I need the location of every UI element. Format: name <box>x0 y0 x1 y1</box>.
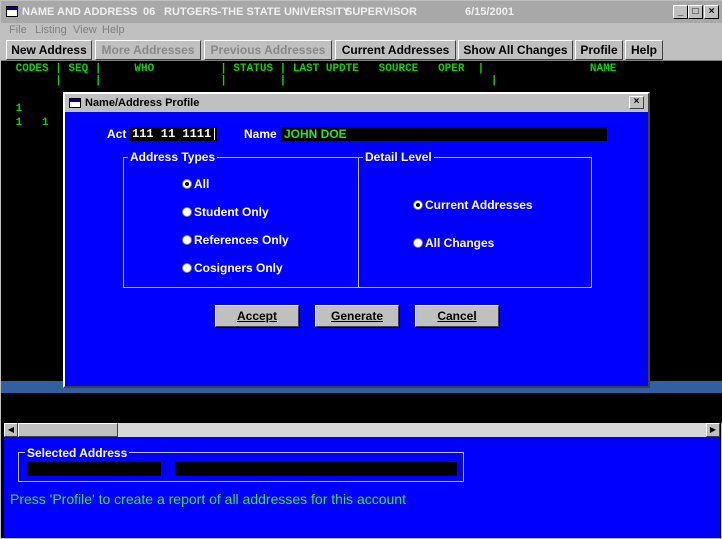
radio-student-only[interactable]: Student Only <box>182 205 269 219</box>
toolbar: New Address More Addresses Previous Addr… <box>1 39 722 61</box>
name-input[interactable]: JOHN DOE <box>281 127 607 141</box>
profile-button[interactable]: Profile <box>575 40 623 60</box>
menu-file[interactable]: File <box>9 24 27 36</box>
selected-address-field-1 <box>27 462 161 476</box>
selected-address-group: Selected Address <box>18 446 464 482</box>
terminal-row[interactable]: 1 <box>9 103 49 115</box>
scroll-right-icon[interactable]: ▶ <box>706 423 720 437</box>
radio-references-only[interactable]: References Only <box>182 233 289 247</box>
terminal-header: CODES | SEQ | WHO | STATUS | LAST UPDTE … <box>9 63 617 75</box>
selected-address-field-2 <box>175 462 457 476</box>
generate-button[interactable]: Generate <box>315 305 399 327</box>
title-bar[interactable]: NAME AND ADDRESS 06 RUTGERS-THE STATE UN… <box>1 1 722 23</box>
cancel-button[interactable]: Cancel <box>415 305 499 327</box>
show-all-changes-button[interactable]: Show All Changes <box>458 40 573 60</box>
dialog-icon <box>69 98 81 108</box>
radio-all-changes[interactable]: All Changes <box>413 236 494 250</box>
minimize-button[interactable]: _ <box>673 5 688 19</box>
new-address-button[interactable]: New Address <box>6 40 92 60</box>
status-message: Press 'Profile' to create a report of al… <box>10 491 406 507</box>
detail-level-group: Detail Level Current Addresses All Chang… <box>358 150 592 288</box>
radio-icon <box>182 263 192 273</box>
address-types-group: Address Types All Student Only Reference… <box>123 150 359 288</box>
horizontal-scrollbar[interactable]: ◀ ▶ <box>4 423 720 437</box>
title-role: SUPERVISOR <box>345 6 417 18</box>
more-addresses-button[interactable]: More Addresses <box>95 40 201 60</box>
radio-icon <box>182 207 192 217</box>
bottom-panel: Selected Address Press 'Profile' to crea… <box>4 437 720 537</box>
radio-icon <box>413 238 423 248</box>
scroll-left-icon[interactable]: ◀ <box>4 423 18 437</box>
address-types-legend: Address Types <box>128 150 218 164</box>
dialog-title: Name/Address Profile <box>85 97 200 109</box>
current-addresses-button[interactable]: Current Addresses <box>335 40 456 60</box>
account-input[interactable]: 111 11 1111 <box>129 127 217 141</box>
main-window: NAME AND ADDRESS 06 RUTGERS-THE STATE UN… <box>0 0 722 539</box>
title-app: NAME AND ADDRESS <box>22 6 138 18</box>
title-org: RUTGERS-THE STATE UNIVERSITY <box>164 6 350 18</box>
terminal-header-separators: | | | | | <box>9 75 498 87</box>
title-code: 06 <box>143 6 156 18</box>
close-button[interactable]: × <box>704 5 719 19</box>
radio-selected-icon <box>413 200 423 210</box>
selected-address-label: Selected Address <box>25 446 130 460</box>
profile-dialog: Name/Address Profile × Act 111 11 1111 N… <box>63 92 650 388</box>
name-label: Name <box>244 127 277 141</box>
radio-cosigners-only[interactable]: Cosigners Only <box>182 261 283 275</box>
radio-icon <box>182 235 192 245</box>
accept-button[interactable]: Accept <box>215 305 299 327</box>
radio-selected-icon <box>182 179 192 189</box>
help-button[interactable]: Help <box>625 40 663 60</box>
terminal-row[interactable]: 1 1 <box>9 117 49 129</box>
dialog-title-bar[interactable]: Name/Address Profile × <box>65 94 648 112</box>
previous-addresses-button[interactable]: Previous Addresses <box>204 40 332 60</box>
menu-bar: File Listing View Help <box>1 23 722 39</box>
radio-all[interactable]: All <box>182 177 209 191</box>
act-label: Act <box>107 127 127 141</box>
dialog-close-button[interactable]: × <box>629 96 644 109</box>
app-icon <box>6 6 18 17</box>
maximize-button[interactable]: □ <box>688 5 703 19</box>
menu-help[interactable]: Help <box>102 24 125 36</box>
menu-view[interactable]: View <box>73 24 97 36</box>
menu-listing[interactable]: Listing <box>35 24 67 36</box>
radio-current-addresses[interactable]: Current Addresses <box>413 198 533 212</box>
detail-level-legend: Detail Level <box>363 150 434 164</box>
title-date: 6/15/2001 <box>465 6 514 18</box>
scroll-thumb[interactable] <box>18 423 118 437</box>
